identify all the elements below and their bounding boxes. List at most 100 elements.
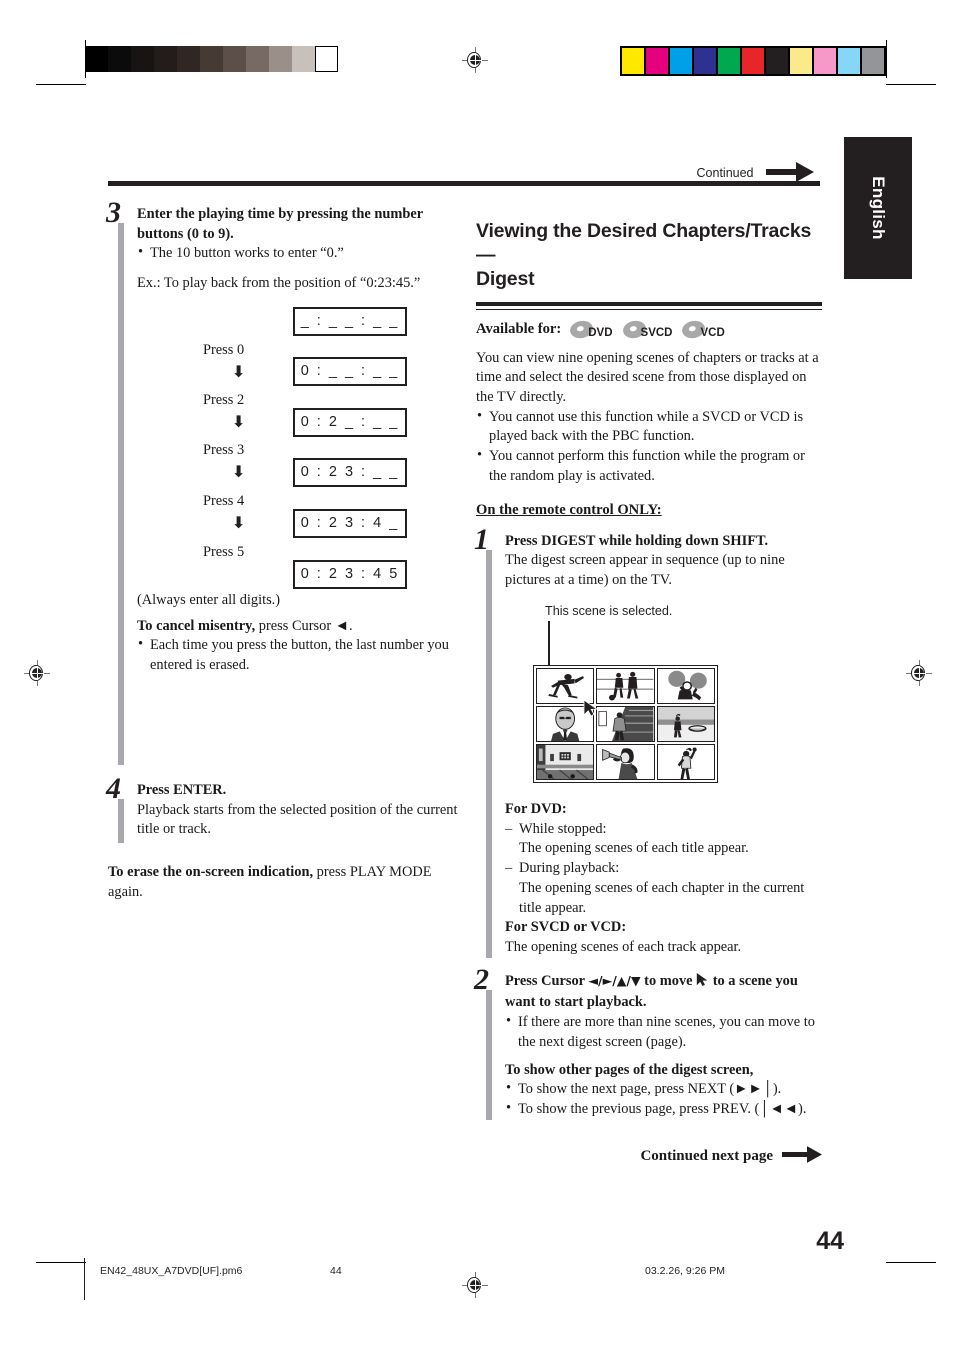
disc-label: VCD xyxy=(700,326,725,339)
press-label: Press 4 xyxy=(203,492,245,509)
step-1-bar xyxy=(486,549,492,958)
list-item: You cannot use this function while a SVC… xyxy=(476,407,822,447)
color-swatch xyxy=(862,48,884,74)
step-2-heading-a: Press Cursor xyxy=(505,972,589,989)
digest-cell-tennis-court-scene[interactable] xyxy=(596,705,655,742)
language-tab: English xyxy=(844,137,912,279)
arrow-down-icon: ⬇ xyxy=(232,411,246,431)
cancel-misentry-head: To cancel misentry, xyxy=(137,617,256,634)
dvd-term: While stopped: xyxy=(519,820,607,837)
other-pages-bullets: To show the next page, press NEXT (►►│).… xyxy=(505,1079,822,1120)
grayscale-swatch xyxy=(154,46,177,72)
trim-mark-top-right xyxy=(886,40,887,78)
cursor-keys-icon: ◄/►/▲/▼ xyxy=(588,972,641,988)
footer-page: 44 xyxy=(330,1265,342,1277)
registration-mark-left xyxy=(24,660,50,686)
grayscale-calibration-strip xyxy=(85,46,338,72)
step-4-body: Playback starts from the selected positi… xyxy=(137,801,458,838)
step-4-bar xyxy=(118,799,124,843)
digest-intro: You can view nine opening scenes of chap… xyxy=(476,349,819,405)
step-3-example-intro: Ex.: To play back from the position of “… xyxy=(137,275,421,292)
available-for-label: Available for: xyxy=(476,320,562,337)
cursor-pointer-icon xyxy=(583,699,599,724)
list-item: To show the previous page, press PREV. (… xyxy=(505,1099,822,1120)
step-2-heading-b: to move xyxy=(640,972,697,989)
digest-screen-figure: This scene is selected. xyxy=(533,603,793,788)
time-display-box: 0 : 2 3 : 4 5 xyxy=(293,559,407,589)
continued-next-page: Continued next page xyxy=(476,1146,822,1168)
color-swatch xyxy=(766,48,788,74)
available-for-row: Available for: DVD SVCD VCD xyxy=(476,318,822,340)
list-item: While stopped: xyxy=(505,820,822,840)
digest-cell-person-waving-scene[interactable] xyxy=(656,743,715,780)
disc-badge-dvd: DVD xyxy=(568,318,613,340)
arrow-down-icon: ⬇ xyxy=(232,461,246,481)
time-display-box: 0 : 2 3 : 4 _ xyxy=(293,508,407,538)
for-dvd-heading: For DVD: xyxy=(505,800,567,817)
step-3: 3 Enter the playing time by pressing the… xyxy=(106,196,460,765)
step-3-bar xyxy=(118,223,124,765)
press-label: Press 0 xyxy=(203,341,245,358)
time-display-box: 0 : _ _ : _ _ xyxy=(293,356,407,386)
disc-badge-svcd: SVCD xyxy=(621,318,673,340)
cursor-pointer-inline-icon xyxy=(696,972,709,994)
cancel-misentry-line: To cancel misentry, press Cursor ◄. xyxy=(137,617,460,637)
digest-cell-trumpet-player-scene[interactable] xyxy=(596,743,655,780)
registration-mark-top xyxy=(462,47,488,73)
left-column: 3 Enter the playing time by pressing the… xyxy=(106,196,460,902)
remote-only-heading: On the remote control ONLY: xyxy=(476,501,662,518)
step-4-heading: Press ENTER. xyxy=(137,782,227,798)
press-label: Press 3 xyxy=(203,441,245,458)
color-swatch xyxy=(670,48,692,74)
digest-cell-soccer-players-scene[interactable] xyxy=(596,667,655,704)
right-column: Viewing the Desired Chapters/Tracks— Dig… xyxy=(474,205,822,1168)
digest-grid xyxy=(533,664,718,783)
list-item: The 10 button works to enter “0.” xyxy=(137,243,460,264)
color-swatch xyxy=(694,48,716,74)
color-swatch xyxy=(742,48,764,74)
crop-mark-lower-right xyxy=(886,1262,936,1263)
crop-mark-upper-right xyxy=(886,84,936,85)
digest-cell-beach-scene[interactable] xyxy=(656,705,715,742)
continued-next-page-label: Continued next page xyxy=(640,1148,773,1165)
disc-label: DVD xyxy=(588,326,613,339)
other-pages-heading: To show other pages of the digest screen… xyxy=(505,1061,754,1078)
press-label: Press 2 xyxy=(203,391,245,408)
step-1: 1 Press DIGEST while holding down SHIFT.… xyxy=(474,523,822,958)
footer-timestamp: 03.2.26, 9:26 PM xyxy=(645,1265,725,1277)
section-rule-thin xyxy=(476,308,822,310)
crop-mark-lower-left xyxy=(36,1262,86,1263)
step-2-bar xyxy=(486,989,492,1120)
grayscale-swatch xyxy=(131,46,154,72)
erase-indication-line: To erase the on-screen indication, press… xyxy=(108,863,460,902)
arrow-right-icon xyxy=(782,1146,822,1168)
list-item: During playback: xyxy=(505,859,822,879)
dvd-desc: The opening scenes of each title appear. xyxy=(519,840,749,857)
grayscale-swatch xyxy=(223,46,246,72)
color-swatch xyxy=(646,48,668,74)
grayscale-swatch xyxy=(269,46,292,72)
disc-label: SVCD xyxy=(640,326,673,339)
digest-cell-stadium-scene[interactable] xyxy=(536,743,595,780)
digest-cell-table-tennis-scene[interactable] xyxy=(656,667,715,704)
time-display-box: 0 : 2 3 : _ _ xyxy=(293,457,407,487)
list-item: If there are more than nine scenes, you … xyxy=(505,1012,822,1052)
step-2-bullets: If there are more than nine scenes, you … xyxy=(505,1012,822,1052)
disc-badge-vcd: VCD xyxy=(680,318,725,340)
registration-mark-bottom xyxy=(462,1272,488,1298)
grayscale-swatch xyxy=(177,46,200,72)
press-label: Press 5 xyxy=(203,543,245,560)
dvd-term: During playback: xyxy=(519,860,620,877)
for-svcd-heading: For SVCD or VCD: xyxy=(505,919,627,936)
step-2: 2 Press Cursor ◄/►/▲/▼ to move to a scen… xyxy=(474,963,822,1120)
crop-mark-upper-left xyxy=(36,84,86,85)
grayscale-swatch xyxy=(108,46,131,72)
section-title: Viewing the Desired Chapters/Tracks— Dig… xyxy=(476,219,822,292)
step-1-heading: Press DIGEST while holding down SHIFT. xyxy=(505,532,769,549)
section-title-line-1: Viewing the Desired Chapters/Tracks— xyxy=(476,220,812,267)
page-number: 44 xyxy=(816,1227,844,1255)
grayscale-swatch xyxy=(315,46,338,72)
digest-intro-bullets: You cannot use this function while a SVC… xyxy=(476,407,822,487)
color-swatch xyxy=(790,48,812,74)
grayscale-swatch xyxy=(246,46,269,72)
